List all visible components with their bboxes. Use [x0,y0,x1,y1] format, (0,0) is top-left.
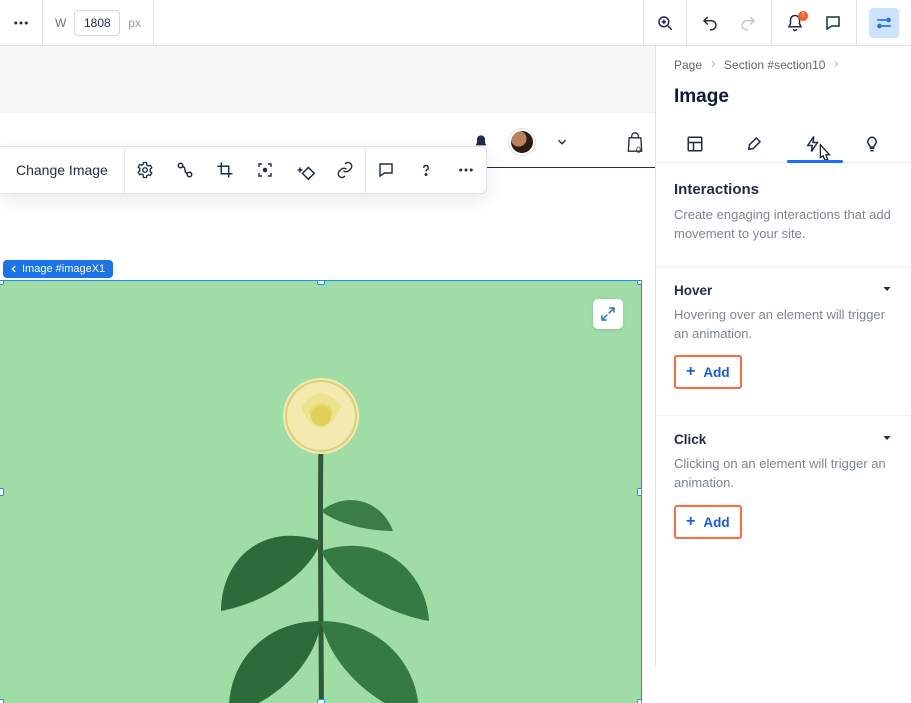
hover-desc: Hovering over an element will trigger an… [674,306,893,344]
ellipsis-icon [457,161,475,179]
zoom-in-icon [656,14,674,32]
more-button[interactable] [446,147,486,193]
history-controls [686,0,771,45]
chevron-down-icon[interactable] [555,135,569,149]
click-desc: Clicking on an element will trigger an a… [674,455,893,493]
page-strip [0,46,655,113]
resize-handle-tl[interactable] [0,281,4,285]
site-header-preview: 0 [463,123,655,168]
topbar-right: ! [643,0,911,45]
resize-handle-mr[interactable] [637,488,641,496]
page-surface[interactable]: 0 Image #imageX1 [0,113,655,666]
click-title: Click [674,432,706,447]
interactions-section: Interactions Create engaging interaction… [656,163,911,250]
layout-icon [686,135,704,153]
click-interaction-row: Click Clicking on an element will trigge… [656,416,911,549]
zoom-in-button[interactable] [643,0,686,45]
change-image-button[interactable]: Change Image [0,147,125,193]
mask-button[interactable] [285,147,325,193]
plus-icon: + [686,363,695,381]
width-unit: px [128,16,141,30]
section-title: Interactions [674,181,893,198]
image-content [171,321,471,703]
animation-icon [176,161,194,179]
add-label: Add [703,515,729,530]
mask-icon [295,160,315,180]
tab-interactions[interactable] [793,126,833,162]
add-hover-button[interactable]: + Add [676,357,740,387]
topbar-left: W px [0,0,154,45]
crop-button[interactable] [205,147,245,193]
help-button[interactable] [406,147,446,193]
inspector-body: Interactions Create engaging interaction… [656,163,911,666]
animation-button[interactable] [165,147,205,193]
shopping-bag-icon[interactable]: 0 [625,131,645,153]
breadcrumb-page[interactable]: Page [674,58,702,72]
inspector-panel: Page Section #section10 Image [655,46,911,666]
notifications-button[interactable]: ! [786,14,804,32]
tab-layout[interactable] [675,126,715,162]
comments-button[interactable] [824,14,842,32]
plus-icon: + [686,513,695,531]
chevron-right-icon [708,58,718,72]
focal-point-button[interactable] [245,147,285,193]
link-button[interactable] [325,147,365,193]
brush-icon [745,135,763,153]
canvas-width-input[interactable] [74,10,120,36]
hover-interaction-row: Hover Hovering over an element will trig… [656,267,911,400]
inspector-tabs [656,126,911,163]
canvas-width-control: W px [43,0,154,45]
editor-toggle-icon [869,8,899,38]
resize-handle-tr[interactable] [637,281,641,285]
width-label: W [55,16,66,30]
section-desc: Create engaging interactions that add mo… [674,206,893,244]
comment-button[interactable] [366,147,406,193]
crop-icon [216,161,234,179]
image-floating-toolbar: Change Image [0,146,487,194]
canvas-area: 0 Image #imageX1 [0,46,655,666]
selection-tag-label: Image #imageX1 [22,263,105,275]
expand-button[interactable] [593,299,623,329]
link-icon [336,161,354,179]
tutorial-highlight: + Add [674,355,742,389]
comms-controls: ! [771,0,856,45]
collapse-toggle[interactable] [881,283,893,298]
inspector-title: Image [656,76,911,126]
tab-ideas[interactable] [852,126,892,162]
resize-handle-bl[interactable] [0,699,4,703]
selection-tag[interactable]: Image #imageX1 [3,260,113,278]
help-icon [417,161,435,179]
add-label: Add [703,365,729,380]
resize-handle-tm[interactable] [317,281,325,285]
resize-handle-br[interactable] [637,699,641,703]
comment-icon [377,161,395,179]
change-image-label: Change Image [16,162,108,178]
editor-mode-toggle[interactable] [856,0,911,45]
focal-point-icon [256,161,274,179]
bag-count: 0 [636,145,641,155]
notification-badge: ! [798,11,808,21]
resize-handle-bm[interactable] [317,699,325,703]
resize-handle-ml[interactable] [0,488,4,496]
chevron-right-icon [831,58,841,72]
tutorial-highlight: + Add [674,505,742,539]
ellipsis-icon [12,14,30,32]
settings-button[interactable] [125,147,165,193]
more-menu-button[interactable] [0,0,43,45]
selected-image[interactable] [0,281,641,703]
lightning-icon [804,135,822,153]
undo-button[interactable] [701,14,719,32]
app-top-bar: W px ! [0,0,911,46]
breadcrumb-section[interactable]: Section #section10 [724,58,825,72]
lightbulb-icon [863,135,881,153]
gear-icon [136,161,154,179]
add-click-button[interactable]: + Add [676,507,740,537]
breadcrumb: Page Section #section10 [656,46,911,76]
avatar[interactable] [509,129,535,155]
tab-design[interactable] [734,126,774,162]
redo-button[interactable] [739,14,757,32]
hover-title: Hover [674,283,712,298]
collapse-toggle[interactable] [881,432,893,447]
